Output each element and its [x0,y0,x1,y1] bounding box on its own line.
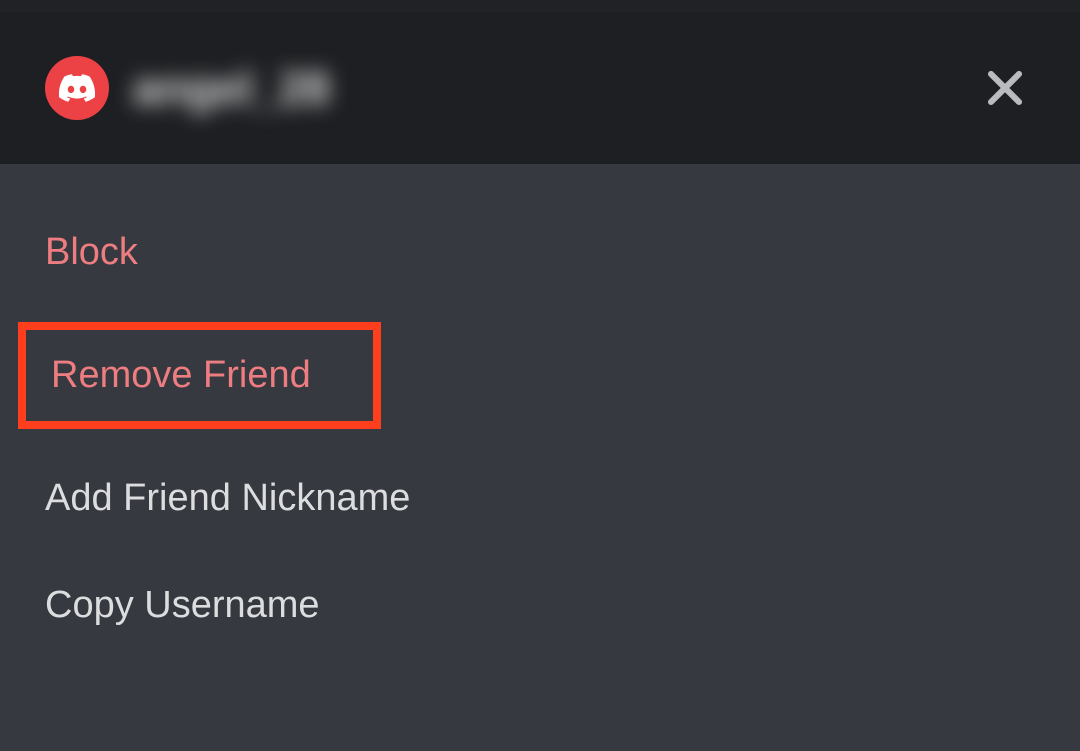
copy-username-button[interactable]: Copy Username [0,552,1080,659]
context-menu: Block Remove Friend Add Friend Nickname … [0,164,1080,659]
modal-header: angel_28 [0,12,1080,164]
add-friend-nickname-button[interactable]: Add Friend Nickname [0,445,1080,552]
close-icon [984,67,1026,109]
close-button[interactable] [975,58,1035,118]
top-spacer [0,0,1080,12]
block-button[interactable]: Block [0,199,1080,306]
discord-icon [58,74,96,102]
avatar[interactable] [45,56,109,120]
remove-friend-button[interactable]: Remove Friend [18,322,381,429]
user-info: angel_28 [45,56,330,120]
username-label: angel_28 [133,61,330,115]
